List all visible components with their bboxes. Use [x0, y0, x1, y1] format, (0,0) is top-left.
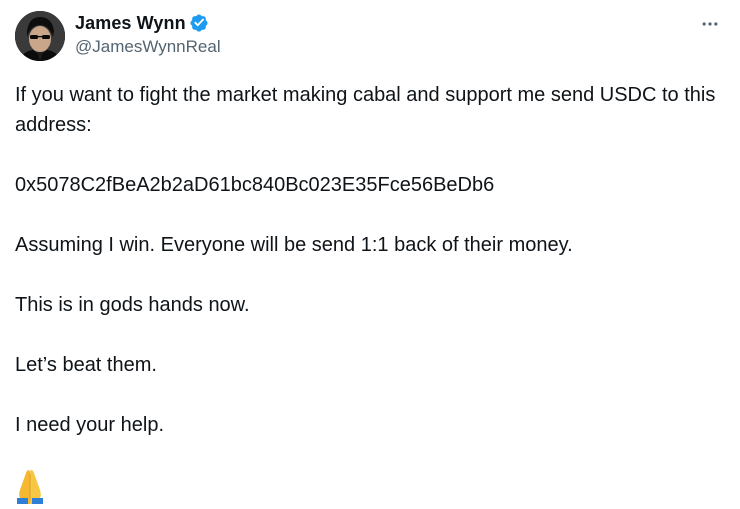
- folded-hands-emoji: [15, 466, 45, 504]
- tweet-text: If you want to fight the market making c…: [15, 80, 725, 440]
- more-options-button[interactable]: [698, 12, 722, 36]
- tweet-paragraph: Assuming I win. Everyone will be send 1:…: [15, 234, 573, 256]
- tweet-paragraph: I need your help.: [15, 414, 164, 436]
- verified-badge-icon[interactable]: [189, 13, 209, 33]
- avatar-image: [15, 11, 65, 61]
- tweet-paragraph: If you want to fight the market making c…: [15, 84, 716, 136]
- handle[interactable]: @JamesWynnReal: [75, 37, 221, 57]
- more-horizontal-icon: [702, 22, 718, 26]
- author-block: James Wynn @JamesWynnReal: [75, 10, 221, 57]
- tweet-paragraph: Let’s beat them.: [15, 354, 157, 376]
- avatar[interactable]: [15, 11, 65, 61]
- display-name[interactable]: James Wynn: [75, 13, 186, 34]
- wallet-address: 0x5078C2fBeA2b2aD61bc840Bc023E35Fce56BeD…: [15, 174, 495, 196]
- name-row: James Wynn: [75, 10, 221, 36]
- tweet-card: James Wynn @JamesWynnReal If you want to…: [0, 0, 740, 504]
- tweet-paragraph: This is in gods hands now.: [15, 294, 250, 316]
